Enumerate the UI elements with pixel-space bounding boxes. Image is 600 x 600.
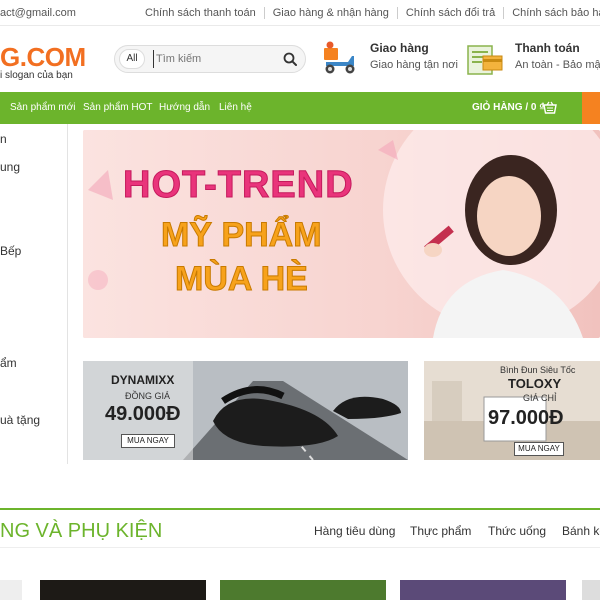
- feature-delivery-subtitle: Giao hàng tận nơi: [370, 59, 458, 71]
- nav-orange-tab[interactable]: [582, 92, 600, 124]
- nav-item-guide[interactable]: Hướng dẫn: [159, 102, 210, 113]
- promo-toloxy-brand: TOLOXY: [508, 376, 562, 391]
- nav-item-contact[interactable]: Liên hệ: [219, 102, 252, 113]
- tab-confectionery[interactable]: Bánh kẹo: [562, 524, 600, 538]
- promo-dynamixx-label: ĐỒNG GIÁ: [125, 391, 171, 401]
- feature-payment: Thanh toán An toàn - Bảo mật: [465, 38, 600, 83]
- contact-email[interactable]: act@gmail.com: [0, 7, 76, 19]
- search-icon[interactable]: [283, 52, 297, 66]
- promo-toloxy[interactable]: Bình Đun Siêu Tốc TOLOXY GIÁ CHỈ 97.000Đ…: [424, 361, 600, 460]
- product-thumb-1[interactable]: [0, 580, 22, 600]
- sidebar-item-kitchen[interactable]: Bếp: [0, 244, 21, 258]
- search-bar: All: [114, 45, 306, 73]
- category-section-header: NG VÀ PHỤ KIỆN Hàng tiêu dùng Thực phẩm …: [0, 508, 600, 548]
- delivery-scooter-icon: [324, 41, 355, 74]
- link-shipping-policy[interactable]: Giao hàng & nhận hàng: [265, 7, 398, 19]
- product-thumb-3[interactable]: [220, 580, 386, 600]
- tab-drinks[interactable]: Thức uống: [488, 524, 546, 538]
- site-header: G.COM i slogan của bạn All Giao hàng Gia…: [0, 26, 600, 92]
- category-sidebar: n ung Bếp ẩm uà tặng: [0, 124, 68, 464]
- promo-dynamixx-price: 49.000Đ: [105, 403, 181, 425]
- main-nav: Sản phẩm mới Sản phẩm HOT Hướng dẫn Liên…: [0, 92, 600, 124]
- link-payment-policy[interactable]: Chính sách thanh toán: [137, 7, 265, 19]
- promo-dynamixx-brand: DYNAMIXX: [111, 373, 175, 387]
- policy-links: Chính sách thanh toán Giao hàng & nhận h…: [137, 7, 600, 19]
- promo-toloxy-buy-button[interactable]: MUA NGAY: [514, 442, 564, 456]
- link-return-policy[interactable]: Chính sách đổi trả: [398, 7, 505, 19]
- section-title: NG VÀ PHỤ KIỆN: [0, 520, 163, 542]
- promo-dynamixx-buy-button[interactable]: MUA NGAY: [121, 434, 175, 448]
- nav-item-hot-products[interactable]: Sản phẩm HOT: [83, 102, 152, 113]
- site-logo[interactable]: G.COM: [0, 42, 86, 73]
- banner-headline-3: MÙA HÈ: [175, 260, 309, 299]
- sidebar-item-2[interactable]: ung: [0, 160, 20, 174]
- sidebar-item-gifts[interactable]: uà tặng: [0, 413, 40, 427]
- sidebar-item-4[interactable]: ẩm: [0, 356, 17, 370]
- promo-toloxy-subtitle: Bình Đun Siêu Tốc: [500, 365, 576, 375]
- banner-headline-1: HOT-TREND: [123, 164, 354, 207]
- feature-delivery-title: Giao hàng: [370, 41, 429, 55]
- tab-food[interactable]: Thực phẩm: [410, 524, 471, 538]
- feature-delivery: Giao hàng Giao hàng tận nơi: [320, 38, 460, 83]
- payment-card-icon: [467, 45, 503, 75]
- sidebar-item-1[interactable]: n: [0, 132, 7, 146]
- search-category-select[interactable]: All: [119, 49, 145, 69]
- promo-toloxy-label: GIÁ CHỈ: [523, 393, 557, 403]
- site-slogan: i slogan của bạn: [0, 70, 73, 81]
- shopping-basket-icon[interactable]: [543, 101, 557, 114]
- cart-link[interactable]: GIỎ HÀNG / 0 ₫: [472, 102, 544, 113]
- nav-item-new-products[interactable]: Sản phẩm mới: [10, 102, 75, 113]
- feature-payment-subtitle: An toàn - Bảo mật: [515, 59, 600, 71]
- product-thumb-2[interactable]: [40, 580, 206, 600]
- product-thumb-5[interactable]: [582, 580, 600, 600]
- banner-headline-2: MỸ PHẨM: [161, 216, 323, 255]
- hero-banner[interactable]: HOT-TREND MỸ PHẨM MÙA HÈ: [83, 130, 600, 338]
- top-bar: act@gmail.com Chính sách thanh toán Giao…: [0, 0, 600, 26]
- promo-toloxy-price: 97.000Đ: [488, 407, 564, 429]
- link-warranty-policy[interactable]: Chính sách bảo hành: [504, 7, 600, 19]
- product-thumb-4[interactable]: [400, 580, 566, 600]
- section-divider: [0, 547, 600, 548]
- search-input[interactable]: [153, 50, 273, 68]
- tab-consumer-goods[interactable]: Hàng tiêu dùng: [314, 524, 395, 538]
- promo-dynamixx[interactable]: DYNAMIXX ĐỒNG GIÁ 49.000Đ MUA NGAY: [83, 361, 408, 460]
- feature-payment-title: Thanh toán: [515, 41, 580, 55]
